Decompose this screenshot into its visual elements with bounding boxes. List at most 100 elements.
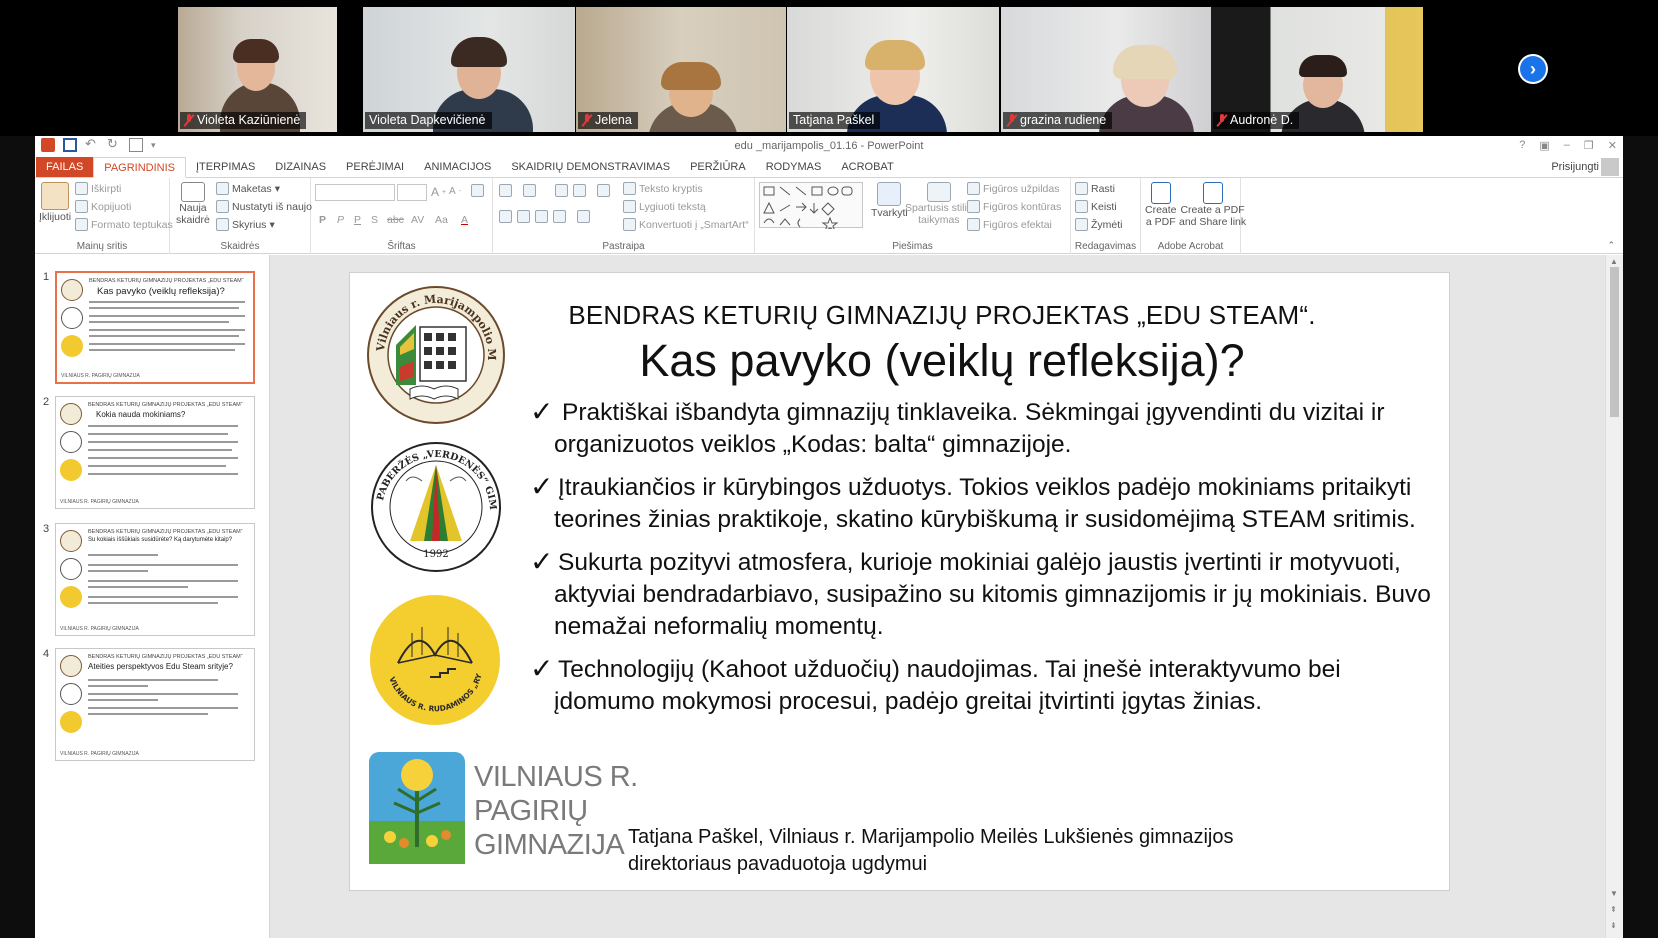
shape-fill-button[interactable]: Figūros užpildas [967, 182, 1059, 195]
close-icon[interactable]: ✕ [1608, 139, 1617, 152]
minimize-icon[interactable]: – [1564, 139, 1570, 152]
vertical-scrollbar[interactable]: ▲ ▼ ⇞ ⇟ [1605, 255, 1623, 938]
tab-home[interactable]: PAGRINDINIS [93, 157, 186, 178]
binoculars-icon [1075, 182, 1088, 195]
italic-button[interactable]: P [337, 214, 344, 226]
create-and-share-button[interactable]: Create a PDF and Share link [1179, 182, 1246, 228]
section-button[interactable]: Skyrius ▾ [216, 218, 275, 231]
copy-button[interactable]: Kopijuoti [75, 200, 131, 213]
character-spacing-button[interactable]: AV [411, 214, 424, 226]
slide-thumbnail-frame: BENDRAS KETURIŲ GIMNAZIJŲ PROJEKTAS „EDU… [55, 396, 255, 509]
line-spacing-button[interactable] [597, 184, 610, 197]
scrollbar-thumb[interactable] [1610, 267, 1619, 417]
bold-button[interactable]: P [319, 214, 326, 226]
thumb-text-line [88, 433, 228, 435]
increase-indent-button[interactable] [573, 184, 586, 197]
align-right-button[interactable] [535, 210, 548, 223]
align-center-button[interactable] [517, 210, 530, 223]
justify-button[interactable] [553, 210, 566, 223]
school-logo-icon [60, 403, 82, 425]
shrink-font-button[interactable]: A- [449, 186, 461, 197]
restore-icon[interactable]: ❐ [1584, 139, 1594, 152]
ribbon-display-icon[interactable]: ▣ [1539, 139, 1549, 152]
find-button[interactable]: Rasti [1075, 182, 1115, 195]
font-size-combo[interactable] [397, 184, 427, 201]
thumb-text-line [88, 580, 238, 582]
participant-tile[interactable]: Audronė D. [1211, 7, 1423, 132]
participant-tile[interactable]: Jelena [576, 7, 786, 132]
help-icon[interactable]: ? [1519, 139, 1525, 152]
participant-tile[interactable]: grazina rudiene [1001, 7, 1211, 132]
numbering-button[interactable] [523, 184, 536, 197]
tab-slideshow[interactable]: SKAIDRIŲ DEMONSTRAVIMAS [501, 157, 680, 177]
bullets-button[interactable] [499, 184, 512, 197]
tab-view[interactable]: RODYMAS [756, 157, 832, 177]
slide-thumbnails-pane[interactable]: 1 BENDRAS KETURIŲ GIMNAZIJŲ PROJEKTAS „E… [35, 255, 270, 938]
tab-insert[interactable]: ĮTERPIMAS [186, 157, 265, 177]
font-name-combo[interactable] [315, 184, 395, 201]
scroll-down-icon[interactable]: ▼ [1610, 889, 1618, 898]
arrange-button[interactable]: Tvarkyti [871, 182, 908, 219]
grow-font-button[interactable]: A + [431, 185, 446, 199]
participant-tile[interactable]: Violeta Dapkevičienė [363, 7, 575, 132]
previous-slide-icon[interactable]: ⇞ [1610, 905, 1617, 914]
shadow-button[interactable]: S [371, 214, 378, 226]
current-slide[interactable]: Vilniaus r. Marijampolio Meilės Lukšienė… [349, 272, 1450, 891]
collapse-ribbon-icon[interactable]: ⌃ [1607, 240, 1615, 251]
thumb-text-line [88, 713, 208, 715]
new-slide-button[interactable]: Nauja skaidrė [176, 182, 210, 226]
underline-button[interactable]: P [354, 214, 361, 226]
tab-acrobat[interactable]: ACROBAT [831, 157, 903, 177]
create-pdf-button[interactable]: Create a PDF [1145, 182, 1177, 228]
thumb-text-line [89, 315, 245, 317]
tab-review[interactable]: PERŽIŪRA [680, 157, 756, 177]
shape-outline-button[interactable]: Figūros kontūras [967, 200, 1061, 213]
paste-button[interactable]: Įklijuoti [39, 182, 71, 223]
select-button[interactable]: Žymėti [1075, 218, 1123, 231]
clear-formatting-button[interactable] [471, 184, 484, 197]
next-participants-button[interactable]: › [1518, 54, 1548, 84]
tab-animations[interactable]: ANIMACIJOS [414, 157, 501, 177]
thumb-text-line [89, 301, 245, 303]
font-color-button[interactable]: A [461, 214, 468, 226]
tab-transitions[interactable]: PERĖJIMAI [336, 157, 414, 177]
tab-design[interactable]: DIZAINAS [265, 157, 336, 177]
slide-title[interactable]: Kas pavyko (veiklų refleksija)? [562, 335, 1322, 387]
participant-tile[interactable]: Violeta Kaziūnienė [178, 7, 337, 132]
align-left-button[interactable] [499, 210, 512, 223]
thumb-text-line [88, 596, 238, 598]
shape-effects-button[interactable]: Figūros efektai [967, 218, 1052, 231]
strikethrough-button[interactable]: abc [387, 214, 404, 226]
columns-button[interactable] [577, 210, 590, 223]
layout-button[interactable]: Maketas ▾ [216, 182, 280, 195]
slide-thumbnail[interactable]: 4 BENDRAS KETURIŲ GIMNAZIJŲ PROJEKTAS „E… [43, 648, 263, 766]
thumb-title: Su kokiais iššūkiais susidūrėte? Ką dary… [88, 537, 233, 543]
tab-file[interactable]: FAILAS [36, 157, 94, 177]
slide-thumbnail[interactable]: 1 BENDRAS KETURIŲ GIMNAZIJŲ PROJEKTAS „E… [43, 271, 263, 389]
slide-editing-canvas[interactable]: Vilniaus r. Marijampolio Meilės Lukšienė… [270, 255, 1605, 938]
shapes-gallery[interactable] [759, 182, 863, 233]
text-direction-button[interactable]: Teksto kryptis [623, 182, 703, 195]
align-text-button[interactable]: Lygiuoti tekstą [623, 200, 706, 213]
slide-thumbnail[interactable]: 2 BENDRAS KETURIŲ GIMNAZIJŲ PROJEKTAS „E… [43, 396, 263, 514]
decrease-indent-button[interactable] [555, 184, 568, 197]
paste-label: Įklijuoti [39, 211, 72, 223]
slide-thumbnail[interactable]: 3 BENDRAS KETURIŲ GIMNAZIJŲ PROJEKTAS „E… [43, 523, 263, 641]
slide-bullet-list[interactable]: ✓ Praktiškai išbandyta gimnazijų tinklav… [530, 396, 1432, 729]
sign-in-link[interactable]: Prisijungti [1551, 161, 1599, 173]
checkmark-icon: ✓ [530, 396, 554, 427]
scroll-up-icon[interactable]: ▲ [1610, 257, 1618, 266]
cut-button[interactable]: Iškirpti [75, 182, 121, 195]
quick-styles-button[interactable]: Spartusis stilių taikymas [905, 182, 973, 226]
slide-author[interactable]: Tatjana Paškel, Vilniaus r. Marijampolio… [628, 824, 1233, 878]
change-case-button[interactable]: Aa [435, 214, 448, 226]
format-painter-button[interactable]: Formato teptukas [75, 218, 173, 231]
reset-button[interactable]: Nustatyti iš naujo [216, 200, 312, 213]
replace-button[interactable]: Keisti [1075, 200, 1117, 213]
participant-tile-active-speaker[interactable]: Tatjana Paškel [787, 7, 999, 132]
participant-name: Tatjana Paškel [793, 113, 875, 127]
next-slide-icon[interactable]: ⇟ [1610, 921, 1617, 930]
slide-header[interactable]: BENDRAS KETURIŲ GIMNAZIJŲ PROJEKTAS „EDU… [562, 300, 1322, 331]
convert-smartart-button[interactable]: Konvertuoti į „SmartArt“ [623, 218, 749, 231]
avatar[interactable] [1601, 158, 1619, 176]
